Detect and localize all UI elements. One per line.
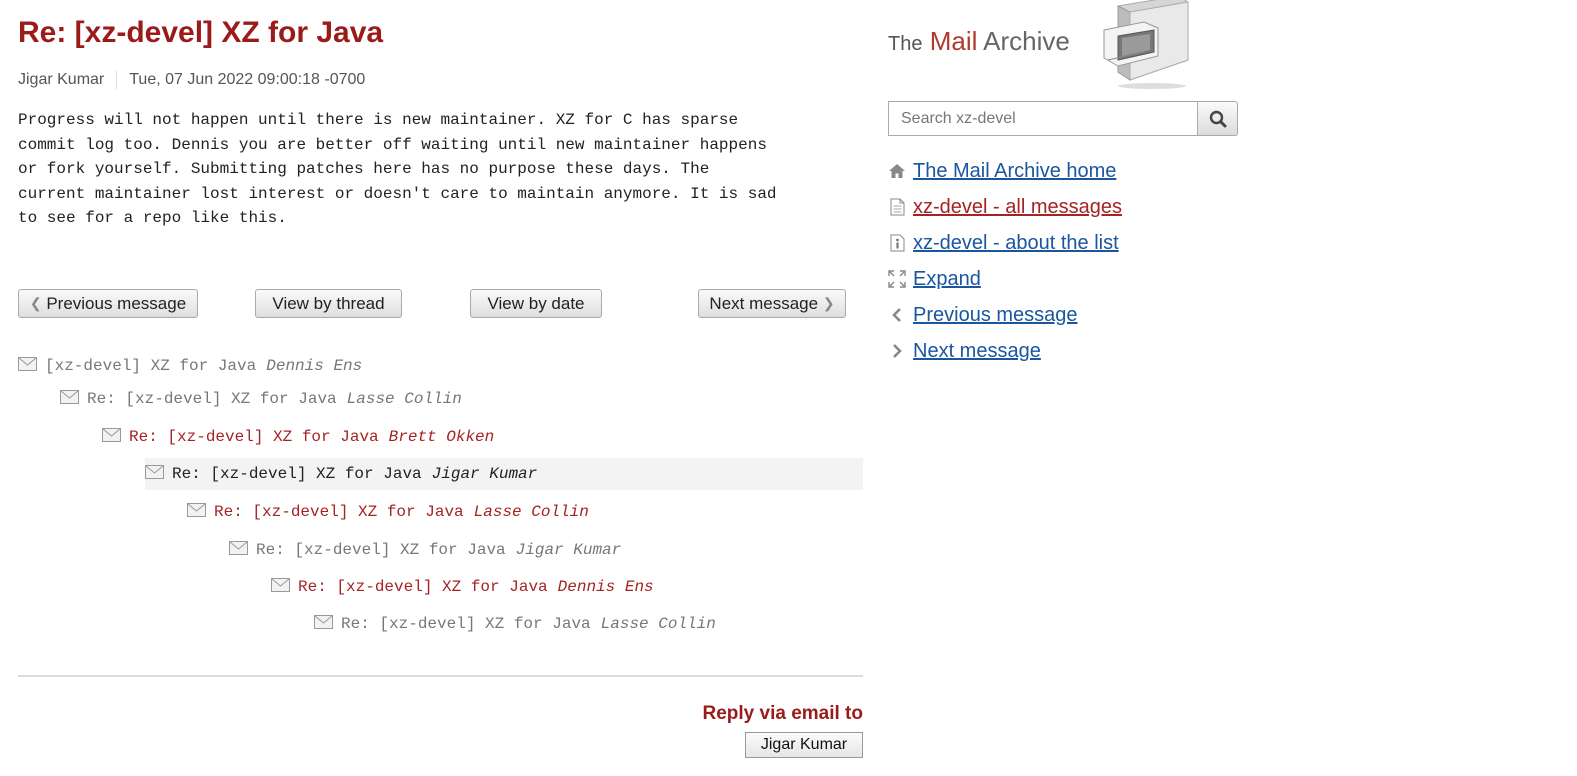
home-icon — [888, 162, 906, 180]
search-button[interactable] — [1197, 101, 1238, 136]
envelope-icon — [187, 502, 206, 522]
thread-subject: Re: [xz-devel] XZ for Java — [256, 541, 506, 559]
view-by-thread-label: View by thread — [272, 293, 385, 313]
chevron-left-icon — [888, 306, 906, 324]
envelope-icon — [229, 540, 248, 560]
thread-item[interactable]: Re: [xz-devel] XZ for Java Jigar Kumar — [229, 534, 621, 566]
envelope-icon — [145, 464, 164, 484]
sidebar-item-expand: Expand — [888, 263, 981, 295]
envelope-icon — [102, 427, 121, 447]
reply-recipient-button[interactable]: Jigar Kumar — [745, 732, 863, 758]
sidebar-item-all-messages: xz-devel - all messages — [888, 191, 1122, 223]
thread-item-current: Re: [xz-devel] XZ for Java Jigar Kumar — [145, 458, 863, 490]
envelope-icon — [271, 577, 290, 597]
chevron-left-icon: ❮ — [29, 295, 42, 311]
message-meta: Jigar Kumar Tue, 07 Jun 2022 09:00:18 -07… — [18, 71, 365, 89]
expand-icon — [888, 270, 906, 288]
thread-item[interactable]: Re: [xz-devel] XZ for Java Dennis Ens — [271, 571, 654, 603]
about-list-link[interactable]: xz-devel - about the list — [913, 232, 1119, 255]
document-icon — [888, 198, 906, 216]
envelope-icon — [314, 614, 333, 634]
logo-mail: Mail — [929, 26, 978, 56]
thread-subject: Re: [xz-devel] XZ for Java — [298, 578, 548, 596]
thread-author: Lasse Collin — [600, 615, 716, 633]
previous-message-button[interactable]: ❮ Previous message — [18, 289, 198, 318]
message-body: Progress will not happen until there is … — [18, 111, 777, 227]
info-icon — [888, 234, 906, 252]
thread-item[interactable]: Re: [xz-devel] XZ for Java Lasse Collin — [314, 608, 716, 640]
next-message-button[interactable]: Next message ❯ — [698, 289, 846, 318]
thread-author: Lasse Collin — [346, 390, 462, 408]
expand-link[interactable]: Expand — [913, 268, 981, 291]
previous-message-label: Previous message — [46, 293, 187, 313]
reply-heading: Reply via email to — [702, 703, 863, 724]
thread-subject: Re: [xz-devel] XZ for Java — [214, 503, 464, 521]
thread-item[interactable]: Re: [xz-devel] XZ for Java Brett Okken — [102, 421, 494, 453]
thread-subject: [xz-devel] XZ for Java — [45, 357, 257, 375]
mail-archive-logo[interactable]: The Mail Archive — [888, 0, 1198, 90]
next-message-label: Next message — [709, 293, 819, 313]
thread-author: Dennis Ens — [266, 357, 363, 375]
next-message-link[interactable]: Next message — [913, 340, 1041, 363]
sidebar-item-previous: Previous message — [888, 299, 1078, 331]
sidebar-item-home: The Mail Archive home — [888, 155, 1116, 187]
thread-author: Dennis Ens — [557, 578, 654, 596]
meta-divider — [116, 71, 118, 89]
envelope-icon — [18, 356, 37, 376]
thread-author: Brett Okken — [388, 428, 495, 446]
home-link[interactable]: The Mail Archive home — [913, 160, 1116, 183]
thread-subject: Re: [xz-devel] XZ for Java — [87, 390, 337, 408]
chevron-right-icon: ❯ — [822, 295, 835, 311]
author-name: Jigar Kumar — [18, 71, 105, 89]
view-by-date-button[interactable]: View by date — [470, 289, 602, 318]
thread-item[interactable]: Re: [xz-devel] XZ for Java Lasse Collin — [60, 383, 462, 415]
thread-author: Jigar Kumar — [431, 465, 538, 483]
thread-subject: Re: [xz-devel] XZ for Java — [172, 465, 422, 483]
file-cabinet-icon — [1103, 0, 1189, 89]
logo-wordmark: The Mail Archive — [888, 26, 1070, 57]
thread-author: Jigar Kumar — [515, 541, 622, 559]
thread-author: Lasse Collin — [473, 503, 589, 521]
divider — [18, 675, 863, 677]
logo-the: The — [888, 33, 923, 55]
sidebar-item-about: xz-devel - about the list — [888, 227, 1119, 259]
all-messages-link[interactable]: xz-devel - all messages — [913, 196, 1122, 219]
message-date: Tue, 07 Jun 2022 09:00:18 -0700 — [129, 71, 366, 89]
search-form — [888, 101, 1238, 136]
thread-item[interactable]: [xz-devel] XZ for Java Dennis Ens — [18, 350, 362, 382]
envelope-icon — [60, 389, 79, 409]
previous-message-link[interactable]: Previous message — [913, 304, 1078, 327]
message-title: Re: [xz-devel] XZ for Java — [18, 16, 384, 49]
logo-archive: Archive — [983, 26, 1070, 56]
search-icon — [1209, 110, 1226, 127]
sidebar-item-next: Next message — [888, 335, 1041, 367]
view-by-thread-button[interactable]: View by thread — [255, 289, 402, 318]
thread-item[interactable]: Re: [xz-devel] XZ for Java Lasse Collin — [187, 496, 589, 528]
thread-subject: Re: [xz-devel] XZ for Java — [341, 615, 591, 633]
thread-subject: Re: [xz-devel] XZ for Java — [129, 428, 379, 446]
chevron-right-icon — [888, 342, 906, 360]
search-input[interactable] — [888, 101, 1198, 136]
view-by-date-label: View by date — [487, 293, 585, 313]
